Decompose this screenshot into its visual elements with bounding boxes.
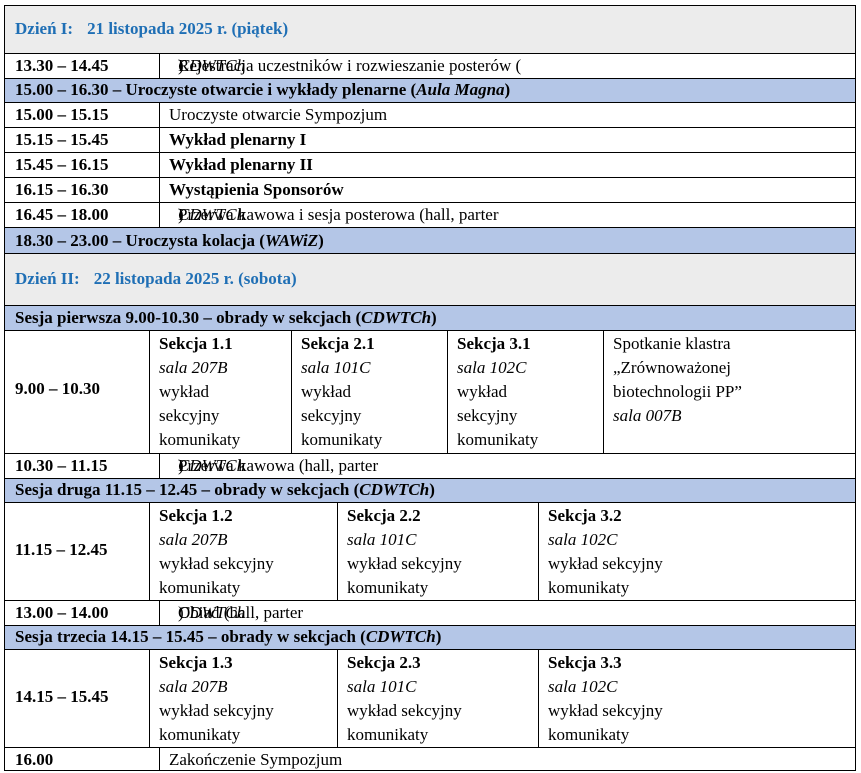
section-room: sala 207B [159,677,228,696]
table-row: 16.45 – 18.00 Przerwa kawowa i sesja pos… [4,202,856,227]
section-title: Sekcja 1.2 [159,506,233,525]
section-1-2: Sekcja 1.2 sala 207B wykład sekcyjny kom… [149,503,337,600]
section-line: komunikaty [548,725,630,744]
section-room: sala 102C [548,530,618,549]
cluster-line: biotechnologii PP” [613,382,742,401]
section-line: wykład [301,382,352,401]
section-room: sala 102C [548,677,618,696]
row-time: 16.00 [15,750,54,769]
row-text: Wykład plenarny II [159,153,855,177]
row-time: 15.45 – 16.15 [15,155,109,174]
table-row: 13.00 – 14.00 Obiad (hall, parter CDWTCh… [4,600,856,625]
section-room: sala 207B [159,530,228,549]
session3-time: 14.15 – 15.45 [15,687,109,706]
section-line: wykład sekcyjny [159,554,274,573]
row-time: 10.30 – 11.15 [15,456,108,475]
section-3-1: Sekcja 3.1 sala 102C wykład sekcyjny kom… [447,331,603,453]
day1-heading: Dzień I: 21 listopada 2025 r. (piątek) [4,5,856,53]
section-line: komunikaty [347,578,429,597]
section-line: komunikaty [548,578,630,597]
table-row: 16.00 Zakończenie Sympozjum [4,747,856,771]
section-line: komunikaty [159,725,241,744]
session3-row: 14.15 – 15.45 Sekcja 1.3 sala 207B wykła… [4,649,856,747]
section-line: wykład sekcyjny [347,701,462,720]
section-title: Sekcja 2.1 [301,334,375,353]
section-2-3: Sekcja 2.3 sala 101C wykład sekcyjny kom… [337,650,538,747]
section-title: Sekcja 3.3 [548,653,622,672]
section-title: Sekcja 1.3 [159,653,233,672]
section-title: Sekcja 1.1 [159,334,233,353]
cluster-line: „Zrównoważonej [613,358,732,377]
section-line: sekcyjny [457,406,518,425]
section-3-2: Sekcja 3.2 sala 102C wykład sekcyjny kom… [538,503,855,600]
row-text: Wykład plenarny I [159,128,855,152]
section-line: wykład [457,382,508,401]
section-line: wykład sekcyjny [548,554,663,573]
cluster-meeting: Spotkanie klastra „Zrównoważonej biotech… [603,331,855,453]
session2-row: 11.15 – 12.45 Sekcja 1.2 sala 207B wykła… [4,502,856,600]
row-text: Wystąpienia Sponsorów [159,178,855,202]
row-text: Obiad (hall, parter CDWTCh) [159,601,855,625]
row-time: 15.15 – 15.45 [15,130,109,149]
section-line: sekcyjny [301,406,362,425]
section-line: komunikaty [159,430,241,449]
opening-band: 15.00 – 16.30 – Uroczyste otwarcie i wyk… [4,78,856,102]
section-line: komunikaty [159,578,241,597]
section-line: komunikaty [301,430,383,449]
row-text: Przerwa kawowa (hall, parter CDWTCh) [159,454,855,478]
section-2-1: Sekcja 2.1 sala 101C wykład sekcyjny kom… [291,331,447,453]
table-row: 16.15 – 16.30 Wystąpienia Sponsorów [4,177,856,202]
section-line: wykład sekcyjny [548,701,663,720]
row-text: Przerwa kawowa i sesja posterowa (hall, … [159,203,855,227]
section-1-1: Sekcja 1.1 sala 207B wykład sekcyjny kom… [149,331,291,453]
section-2-2: Sekcja 2.2 sala 101C wykład sekcyjny kom… [337,503,538,600]
dinner-band: 18.30 – 23.00 – Uroczysta kolacja (WAWiZ… [4,227,856,253]
session3-band: Sesja trzecia 14.15 – 15.45 – obrady w s… [4,625,856,649]
row-text: Rejestracja uczestników i rozwieszanie p… [159,54,855,78]
cluster-room: sala 007B [613,406,682,425]
table-row: 15.45 – 16.15 Wykład plenarny II [4,152,856,177]
section-3-3: Sekcja 3.3 sala 102C wykład sekcyjny kom… [538,650,855,747]
section-room: sala 101C [347,530,417,549]
section-room: sala 207B [159,358,228,377]
section-line: komunikaty [347,725,429,744]
schedule-table: Dzień I: 21 listopada 2025 r. (piątek) 13… [4,5,856,771]
cluster-line: Spotkanie klastra [613,334,731,353]
section-room: sala 101C [301,358,371,377]
table-row: 10.30 – 11.15 Przerwa kawowa (hall, part… [4,453,856,478]
row-time: 13.30 – 14.45 [15,56,109,75]
row-time: 15.00 – 15.15 [15,105,109,124]
session1-band: Sesja pierwsza 9.00-10.30 – obrady w sek… [4,305,856,330]
section-title: Sekcja 2.3 [347,653,421,672]
section-line: wykład sekcyjny [159,701,274,720]
section-title: Sekcja 3.2 [548,506,622,525]
section-line: sekcyjny [159,406,220,425]
day2-heading: Dzień II: 22 listopada 2025 r. (sobota) [4,253,856,305]
section-room: sala 102C [457,358,527,377]
section-room: sala 101C [347,677,417,696]
session2-band: Sesja druga 11.15 – 12.45 – obrady w sek… [4,478,856,502]
section-1-3: Sekcja 1.3 sala 207B wykład sekcyjny kom… [149,650,337,747]
row-text: Uroczyste otwarcie Sympozjum [159,103,855,127]
day1-label: Dzień I: 21 listopada 2025 r. (piątek) [15,19,289,38]
table-row: 15.15 – 15.45 Wykład plenarny I [4,127,856,152]
row-time: 13.00 – 14.00 [15,603,109,622]
table-row: 15.00 – 15.15 Uroczyste otwarcie Sympozj… [4,102,856,127]
section-title: Sekcja 3.1 [457,334,531,353]
table-row: 13.30 – 14.45 Rejestracja uczestników i … [4,53,856,78]
row-time: 16.45 – 18.00 [15,205,109,224]
section-title: Sekcja 2.2 [347,506,421,525]
session1-time: 9.00 – 10.30 [15,379,100,398]
session2-time: 11.15 – 12.45 [15,540,108,559]
section-line: wykład [159,382,210,401]
session1-row: 9.00 – 10.30 Sekcja 1.1 sala 207B wykład… [4,330,856,453]
section-line: komunikaty [457,430,539,449]
section-line: wykład sekcyjny [347,554,462,573]
row-time: 16.15 – 16.30 [15,180,109,199]
row-text: Zakończenie Sympozjum [159,748,855,770]
day2-label: Dzień II: 22 listopada 2025 r. (sobota) [15,269,297,288]
